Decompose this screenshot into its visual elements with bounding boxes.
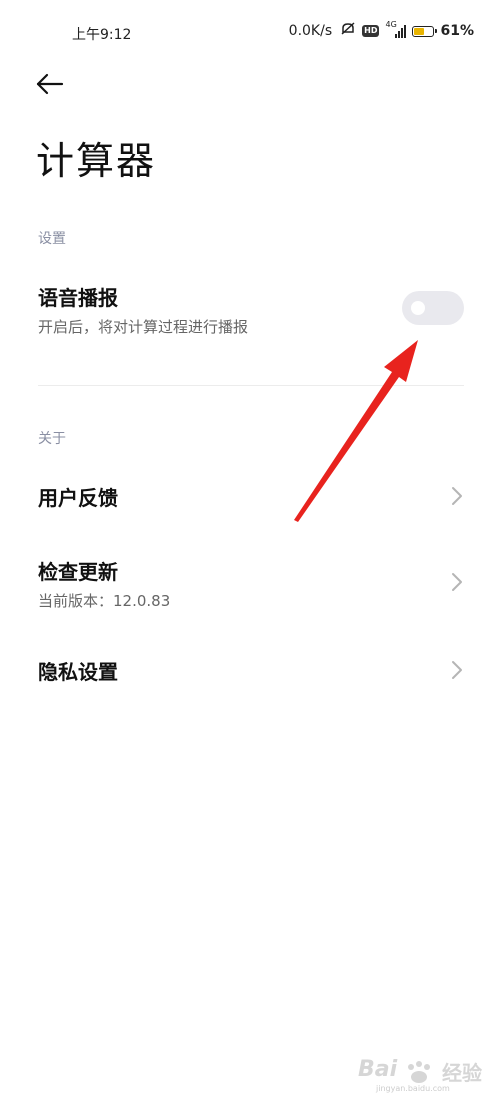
check-update-title: 检查更新	[38, 560, 118, 584]
hd-icon: HD	[362, 25, 380, 37]
user-feedback-title: 用户反馈	[38, 486, 118, 510]
page-title: 计算器	[36, 139, 157, 183]
check-update-version: 当前版本：12.0.83	[38, 592, 171, 610]
voice-broadcast-title: 语音播报	[38, 286, 118, 310]
signal-icon: 4G	[385, 20, 407, 38]
back-button[interactable]	[34, 70, 66, 102]
watermark-brand-suffix: 经验	[442, 1061, 482, 1085]
privacy-settings-title: 隐私设置	[38, 660, 118, 684]
voice-broadcast-toggle[interactable]	[402, 291, 464, 325]
chevron-right-icon	[452, 487, 462, 505]
status-bar: 上午9:12 0.0K/s HD 4G 61%	[0, 0, 500, 64]
baidu-jingyan-watermark: Bai 经验 jingyan.baidu.com	[358, 1057, 488, 1097]
network-speed: 0.0K/s	[288, 23, 333, 39]
back-arrow-icon	[36, 73, 64, 95]
section-label-about: 关于	[38, 431, 66, 447]
list-item-check-update[interactable]: 检查更新 当前版本：12.0.83	[0, 546, 500, 620]
mute-icon	[340, 22, 356, 40]
chevron-right-icon	[452, 661, 462, 679]
battery-percent: 61%	[440, 23, 474, 39]
status-indicators: 0.0K/s HD 4G 61%	[288, 20, 474, 40]
voice-broadcast-subtitle: 开启后，将对计算过程进行播报	[38, 318, 249, 336]
section-divider	[38, 385, 464, 386]
network-generation: 4G	[385, 20, 397, 29]
watermark-url: jingyan.baidu.com	[376, 1084, 450, 1093]
list-item-user-feedback[interactable]: 用户反馈	[0, 466, 500, 526]
toggle-knob	[411, 301, 425, 315]
chevron-right-icon	[452, 573, 462, 591]
status-time: 上午9:12	[72, 27, 132, 43]
list-item-privacy-settings[interactable]: 隐私设置	[0, 640, 500, 700]
battery-icon	[412, 25, 438, 37]
watermark-brand: Bai	[358, 1057, 398, 1082]
section-label-settings: 设置	[38, 231, 66, 247]
